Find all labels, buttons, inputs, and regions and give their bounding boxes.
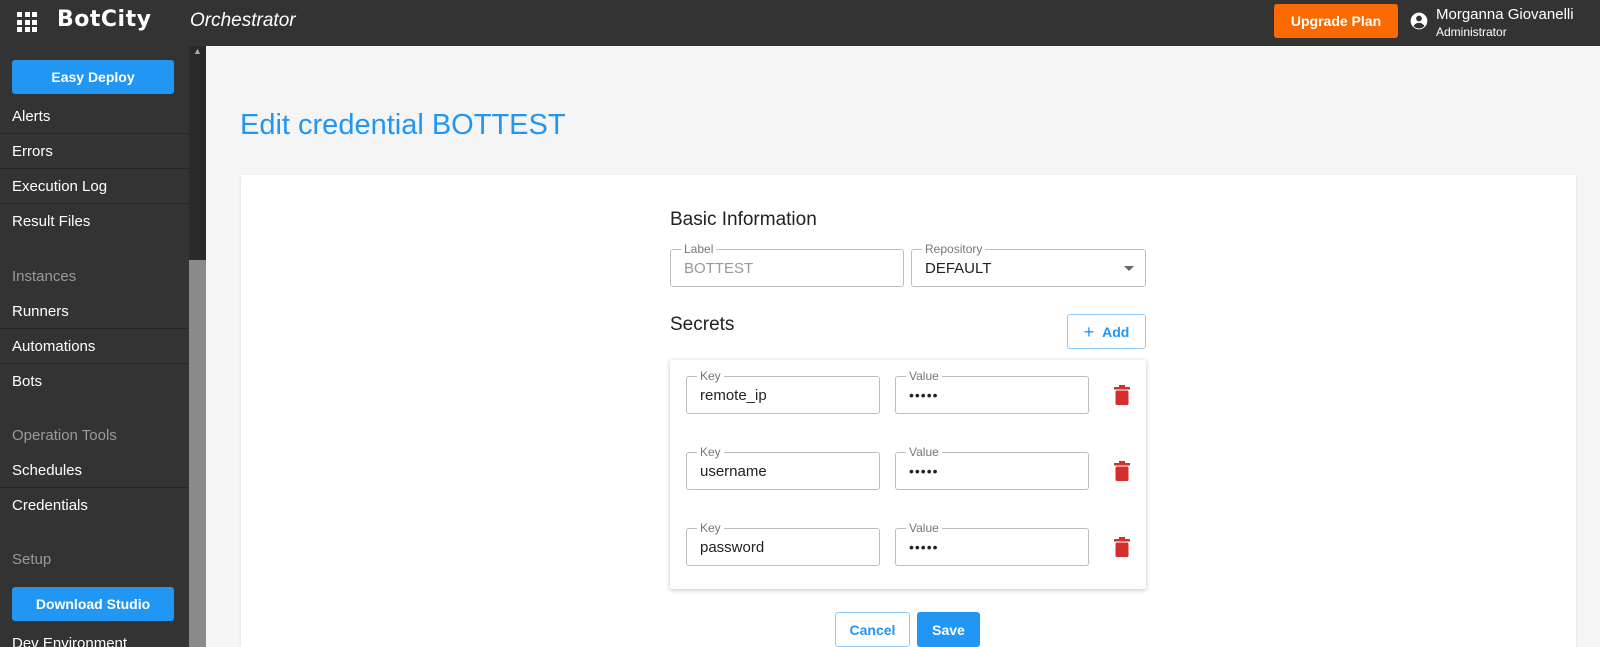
- add-secret-label: Add: [1102, 323, 1130, 340]
- value-label: Value: [906, 521, 942, 535]
- sidebar-item-runners[interactable]: Runners: [0, 294, 189, 329]
- sidebar-item-alerts[interactable]: Alerts: [0, 99, 189, 134]
- secret-key-input-3[interactable]: Key password: [686, 521, 880, 566]
- basic-information-title: Basic Information: [670, 209, 817, 230]
- top-bar: BotCity Orchestrator Upgrade Plan Morgan…: [0, 0, 1600, 46]
- key-label: Key: [697, 445, 724, 459]
- user-name[interactable]: Morganna Giovanelli: [1436, 6, 1574, 23]
- value-label: Value: [906, 445, 942, 459]
- key-label: Key: [697, 521, 724, 535]
- sidebar-item-automations[interactable]: Automations: [0, 329, 189, 364]
- secret-value-input-2[interactable]: Value •••••: [895, 445, 1089, 490]
- plus-icon: +: [1083, 321, 1095, 342]
- sidebar-section-operation-tools: Operation Tools: [12, 427, 117, 444]
- account-circle-icon[interactable]: [1409, 11, 1429, 31]
- delete-secret-2-trash-icon[interactable]: [1114, 461, 1130, 481]
- easy-deploy-button[interactable]: Easy Deploy: [12, 60, 174, 94]
- add-secret-button[interactable]: + Add: [1067, 314, 1146, 349]
- secret-value-input-3[interactable]: Value •••••: [895, 521, 1089, 566]
- brand-logo[interactable]: BotCity: [57, 7, 151, 32]
- secret-value-masked: •••••: [909, 463, 939, 479]
- sidebar-item-result-files[interactable]: Result Files: [0, 204, 189, 239]
- delete-secret-3-trash-icon[interactable]: [1114, 537, 1130, 557]
- upgrade-plan-button[interactable]: Upgrade Plan: [1274, 4, 1398, 38]
- secret-key-value: password: [700, 539, 765, 556]
- sidebar-item-credentials[interactable]: Credentials: [0, 488, 189, 523]
- secret-key-value: remote_ip: [700, 387, 767, 404]
- secret-value-input-1[interactable]: Value •••••: [895, 369, 1089, 414]
- sidebar: Easy Deploy Alerts Errors Execution Log …: [0, 46, 189, 647]
- repository-select-label: Repository: [922, 242, 986, 256]
- sidebar-section-setup: Setup: [12, 551, 52, 568]
- label-field-value: BOTTEST: [684, 260, 754, 277]
- label-field-label: Label: [681, 242, 717, 256]
- secrets-title: Secrets: [670, 314, 735, 335]
- secret-key-value: username: [700, 463, 767, 480]
- secret-value-masked: •••••: [909, 539, 939, 555]
- sidebar-item-schedules[interactable]: Schedules: [0, 453, 189, 488]
- sidebar-section-instances: Instances: [12, 268, 77, 285]
- user-role: Administrator: [1436, 25, 1507, 39]
- repository-select[interactable]: Repository DEFAULT: [911, 242, 1146, 287]
- chevron-down-icon[interactable]: [1124, 266, 1134, 271]
- sidebar-item-errors[interactable]: Errors: [0, 134, 189, 169]
- sidebar-item-execution-log[interactable]: Execution Log: [0, 169, 189, 204]
- secret-key-input-2[interactable]: Key username: [686, 445, 880, 490]
- sidebar-scrollbar[interactable]: ▲: [189, 46, 206, 647]
- sidebar-item-dev-environment[interactable]: Dev Environment: [0, 626, 189, 647]
- repository-select-value: DEFAULT: [925, 260, 992, 277]
- download-studio-button[interactable]: Download Studio: [12, 587, 174, 621]
- app-name: Orchestrator: [190, 10, 296, 31]
- value-label: Value: [906, 369, 942, 383]
- apps-grid-icon[interactable]: [17, 12, 37, 32]
- secret-key-input-1[interactable]: Key remote_ip: [686, 369, 880, 414]
- key-label: Key: [697, 369, 724, 383]
- cancel-button[interactable]: Cancel: [835, 612, 910, 647]
- delete-secret-1-trash-icon[interactable]: [1114, 385, 1130, 405]
- page-title: Edit credential BOTTEST: [240, 109, 566, 141]
- save-button[interactable]: Save: [917, 612, 980, 647]
- sidebar-item-bots[interactable]: Bots: [0, 364, 189, 399]
- secret-value-masked: •••••: [909, 387, 939, 403]
- scrollbar-thumb[interactable]: [189, 260, 206, 647]
- label-field[interactable]: Label BOTTEST: [670, 242, 904, 287]
- scroll-up-arrow-icon[interactable]: ▲: [193, 46, 202, 56]
